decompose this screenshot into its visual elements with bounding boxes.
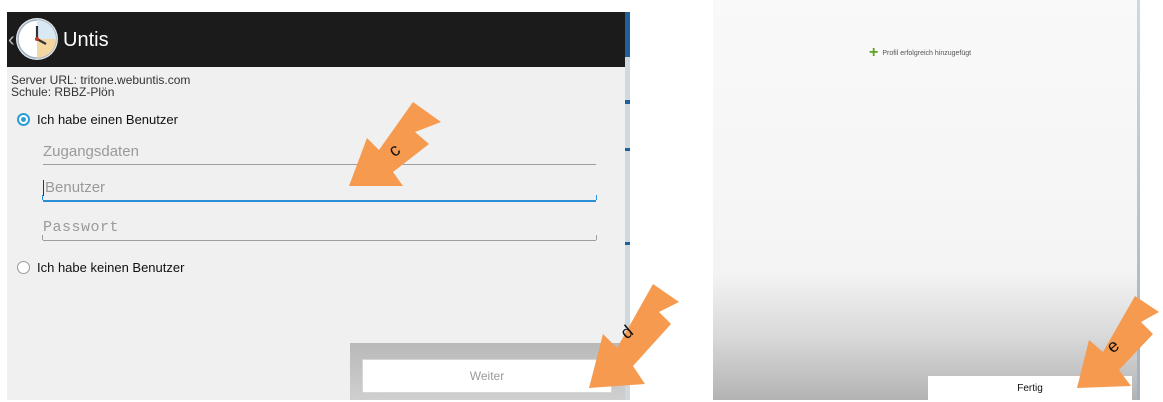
success-text: Profil erfolgreich hinzugefügt (882, 49, 972, 57)
annotation-arrow-e (1077, 296, 1159, 388)
credentials-field[interactable]: Zugangsdaten (43, 139, 596, 165)
chevron-left-icon[interactable]: ‹ (8, 30, 15, 50)
user-placeholder: Benutzer (45, 179, 106, 196)
login-screen: ‹ Untis Server URL: tritone.webuntis.com… (7, 12, 630, 400)
radio-no-user[interactable]: Ich habe keinen Benutzer (17, 260, 184, 275)
action-bar: ‹ Untis (7, 12, 630, 67)
text-cursor (43, 180, 44, 196)
password-input[interactable]: Passwort (42, 215, 597, 241)
field-tick-right (596, 195, 597, 200)
user-input[interactable]: Benutzer (42, 176, 597, 202)
radio-has-user[interactable]: Ich habe einen Benutzer (17, 112, 178, 127)
app-title: Untis (63, 29, 109, 51)
credentials-placeholder: Zugangsdaten (43, 143, 139, 160)
annotation-arrow-c (349, 102, 441, 186)
radio-has-user-label: Ich habe einen Benutzer (37, 112, 178, 127)
field-tick-left (42, 195, 43, 200)
radio-unchecked-icon[interactable] (17, 261, 30, 274)
field-tick-left (42, 235, 43, 240)
next-button[interactable]: Weiter (362, 359, 612, 393)
field-tick-right (596, 235, 597, 240)
clock-icon[interactable] (15, 17, 59, 61)
server-info: Server URL: tritone.webuntis.com Schule:… (11, 74, 190, 98)
password-placeholder: Passwort (43, 219, 120, 236)
school-name: Schule: RBBZ-Plön (11, 85, 115, 99)
radio-no-user-label: Ich habe keinen Benutzer (37, 260, 185, 275)
radio-checked-icon[interactable] (17, 113, 30, 126)
plus-icon: + (869, 44, 879, 61)
success-message: + Profil erfolgreich hinzugefügt (869, 44, 972, 61)
